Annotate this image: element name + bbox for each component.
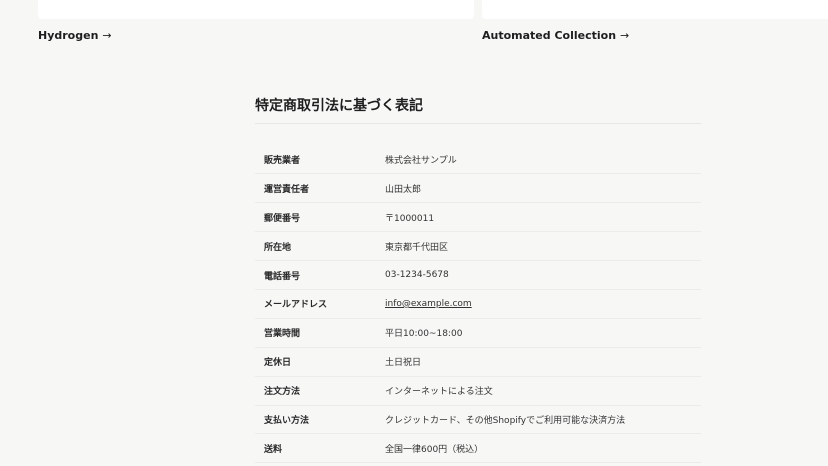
legal-notice-table: 販売業者 株式会社サンプル 運営責任者 山田太郎 郵便番号 〒1000011 所…	[255, 145, 701, 463]
table-row: 送料 全国一律600円（税込）	[255, 434, 701, 463]
table-row: 所在地 東京都千代田区	[255, 232, 701, 261]
email-link[interactable]: info@example.com	[385, 299, 472, 309]
collection-link-automated-collection[interactable]: Automated Collection →	[482, 29, 629, 42]
row-value: 東京都千代田区	[385, 242, 449, 253]
table-row: 運営責任者 山田太郎	[255, 174, 701, 203]
row-value: 全国一律600円（税込）	[385, 444, 484, 455]
table-row: 注文方法 インターネットによる注文	[255, 376, 701, 406]
row-value: 株式会社サンプル	[385, 155, 457, 166]
title-divider	[255, 123, 701, 124]
table-row: 支払い方法 クレジットカード、その他Shopifyでご利用可能な決済方法	[255, 405, 701, 434]
row-label: 所在地	[264, 242, 292, 253]
table-row: 定休日 土日祝日	[255, 347, 701, 377]
collection-link-label: Hydrogen	[38, 29, 99, 42]
row-value: クレジットカード、その他Shopifyでご利用可能な決済方法	[385, 415, 626, 426]
row-value: info@example.com	[385, 289, 701, 318]
row-label: 注文方法	[264, 387, 301, 398]
row-label: 電話番号	[264, 271, 301, 282]
row-label: 定休日	[264, 358, 292, 369]
collection-link-hydrogen[interactable]: Hydrogen →	[38, 29, 112, 42]
row-value: 山田太郎	[385, 184, 422, 195]
row-value: 〒1000011	[385, 213, 435, 224]
row-label: 郵便番号	[264, 213, 301, 224]
row-value: 土日祝日	[385, 358, 422, 369]
table-row: 営業時間 平日10:00~18:00	[255, 318, 701, 348]
row-label: メールアドレス	[264, 300, 328, 311]
page-title: 特定商取引法に基づく表記	[255, 98, 423, 114]
row-label: 送料	[264, 444, 283, 455]
row-value: 平日10:00~18:00	[385, 329, 463, 340]
table-row: 電話番号 03-1234-5678	[255, 261, 701, 290]
row-value: 03-1234-5678	[385, 270, 449, 280]
table-row: 郵便番号 〒1000011	[255, 203, 701, 232]
arrow-right-icon: →	[620, 29, 630, 42]
table-row: メールアドレス info@example.com	[255, 289, 701, 319]
row-value: インターネットによる注文	[385, 387, 493, 398]
row-label: 販売業者	[264, 155, 301, 166]
page: Hydrogen → Automated Collection → 特定商取引法…	[0, 0, 828, 466]
legal-notice-section: 特定商取引法に基づく表記 販売業者 株式会社サンプル 運営責任者 山田太郎 郵便…	[255, 95, 701, 463]
collection-card-automated[interactable]	[482, 0, 828, 19]
collection-link-label: Automated Collection	[482, 29, 617, 42]
row-label: 営業時間	[264, 329, 301, 340]
row-label: 運営責任者	[264, 184, 310, 195]
row-label: 支払い方法	[264, 415, 310, 426]
table-row: 販売業者 株式会社サンプル	[255, 145, 701, 174]
arrow-right-icon: →	[102, 29, 112, 42]
collection-card-hydrogen[interactable]	[38, 0, 474, 19]
